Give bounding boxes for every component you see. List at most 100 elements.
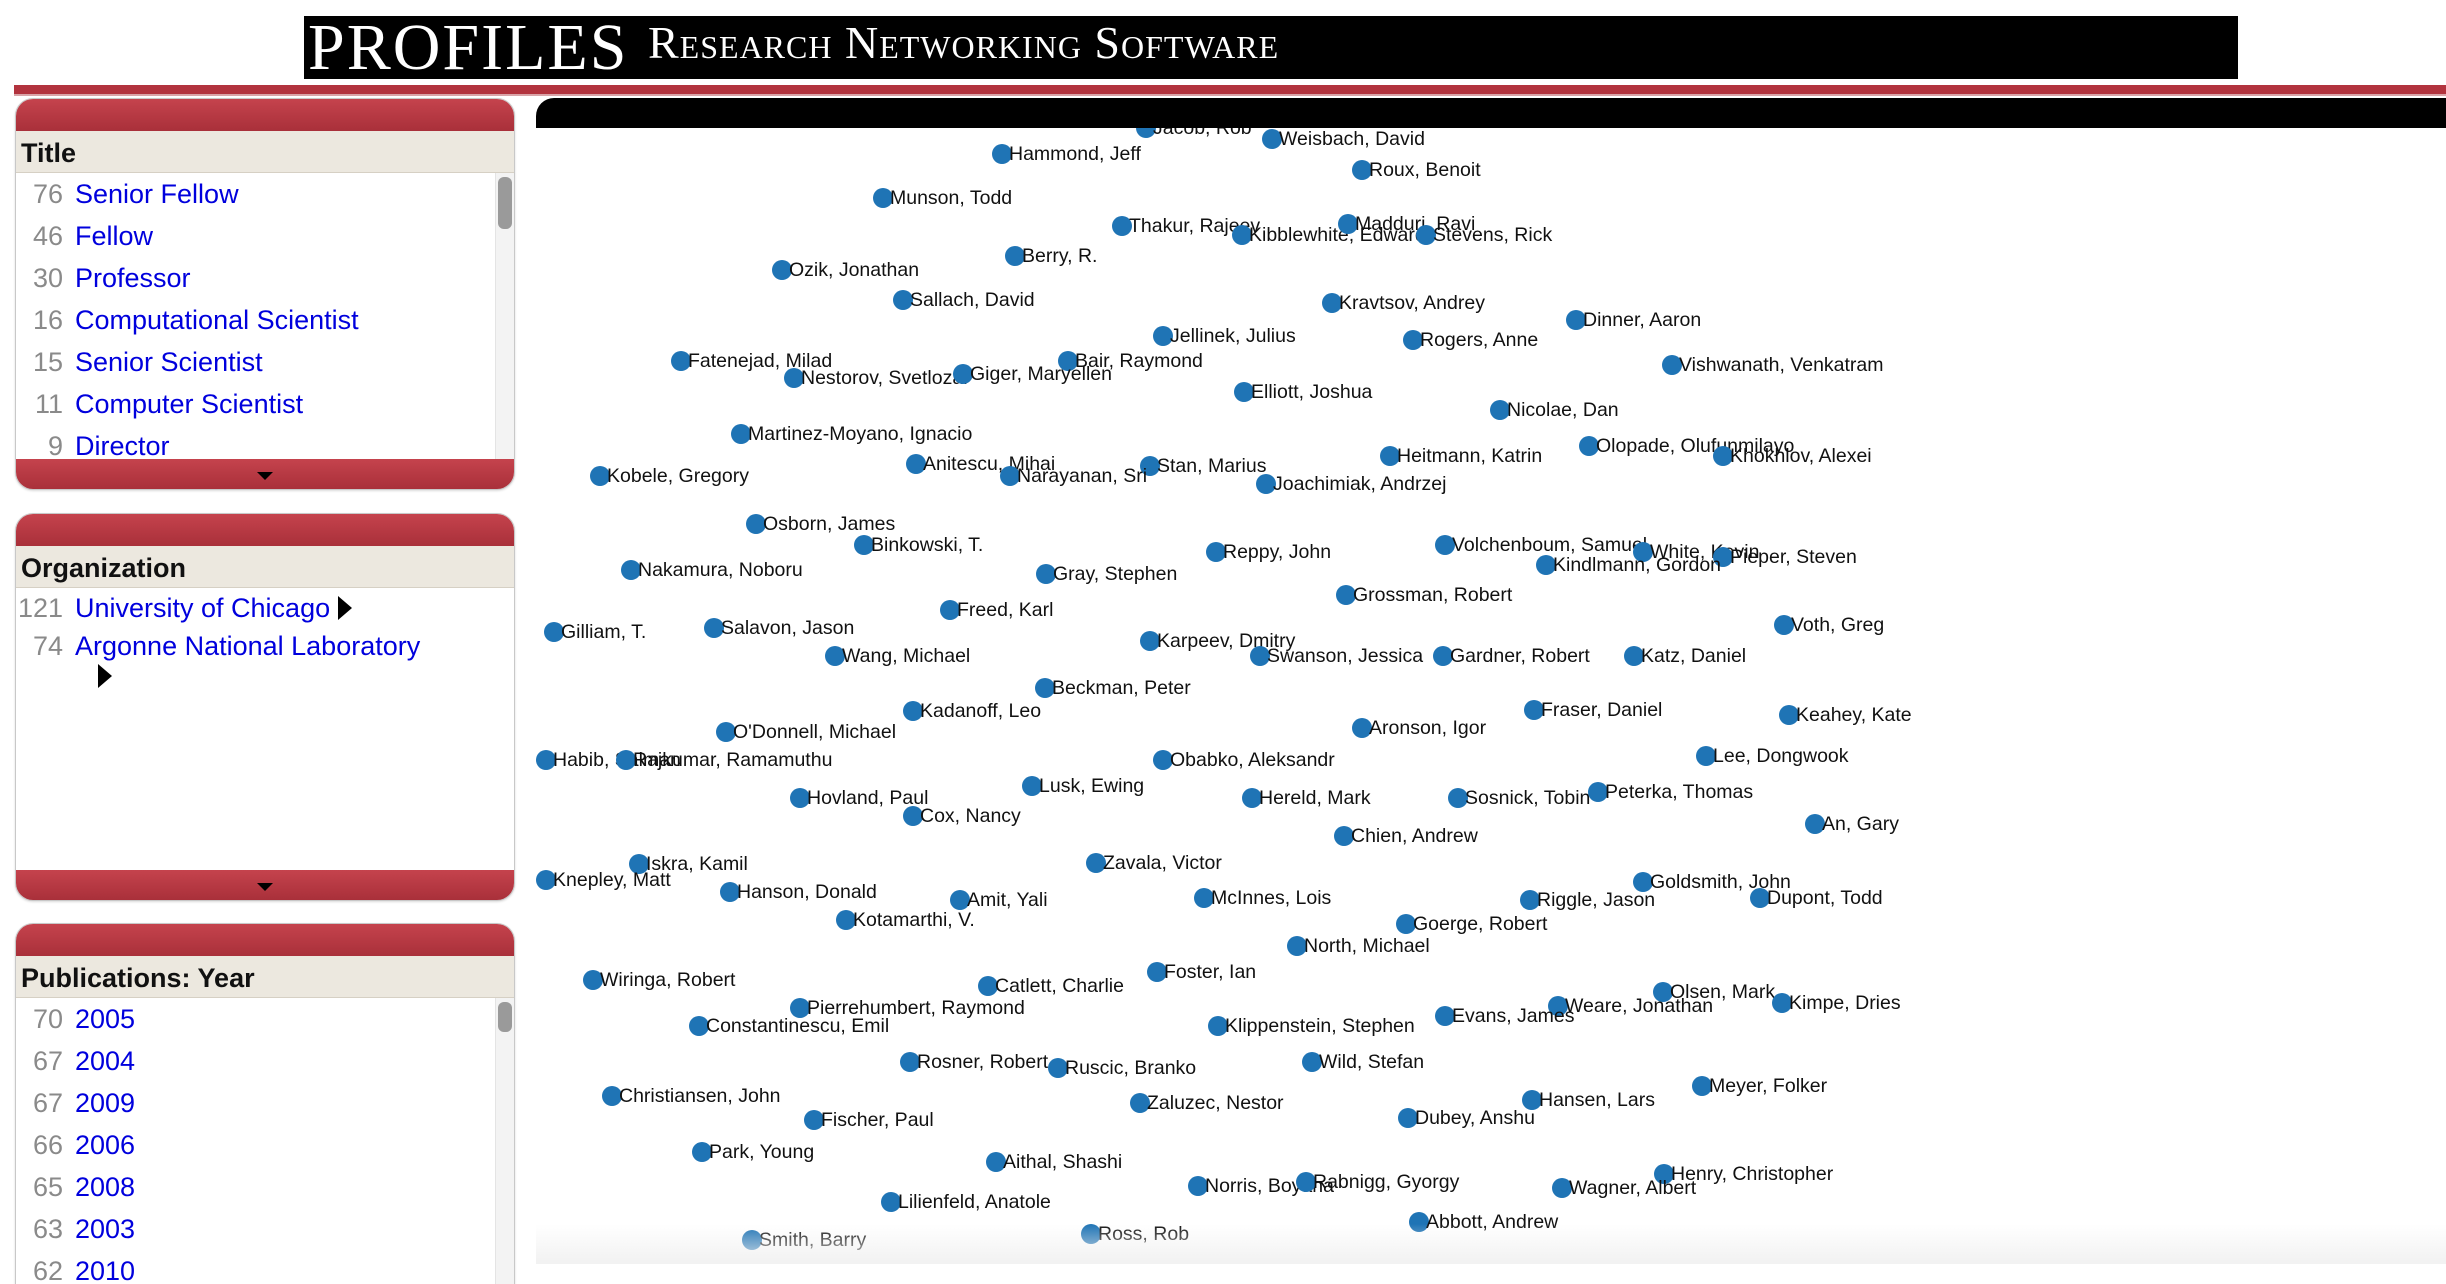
- scrollbar-thumb[interactable]: [498, 177, 512, 229]
- node-label[interactable]: Meyer, Folker: [1709, 1075, 1827, 1097]
- node-label[interactable]: Zavala, Victor: [1103, 852, 1222, 874]
- facet-link[interactable]: 2005: [75, 1004, 135, 1035]
- node-label[interactable]: Gilliam, T.: [561, 621, 646, 643]
- node-label[interactable]: Klippenstein, Stephen: [1225, 1015, 1415, 1037]
- node-label[interactable]: An, Gary: [1822, 813, 1899, 835]
- node-label[interactable]: Dinner, Aaron: [1583, 309, 1701, 331]
- node-label[interactable]: Voth, Greg: [1791, 614, 1884, 636]
- node-label[interactable]: Joachimiak, Andrzej: [1273, 473, 1446, 495]
- facet-item[interactable]: 622010: [16, 1250, 514, 1284]
- node-label[interactable]: Rogers, Anne: [1420, 329, 1538, 351]
- node-label[interactable]: Nakamura, Noboru: [638, 559, 803, 581]
- node-label[interactable]: Swanson, Jessica: [1267, 645, 1423, 667]
- node-label[interactable]: Aronson, Igor: [1369, 717, 1486, 739]
- facet-link[interactable]: Argonne National Laboratory: [75, 631, 420, 662]
- node-label[interactable]: Jacob, Rob: [1153, 128, 1252, 139]
- node-label[interactable]: Narayanan, Sri: [1017, 465, 1147, 487]
- node-label[interactable]: Kadanoff, Leo: [920, 700, 1041, 722]
- node-label[interactable]: Weisbach, David: [1279, 128, 1425, 150]
- facet-item[interactable]: 121 University of Chicago: [16, 588, 514, 628]
- node-label[interactable]: Freed, Karl: [957, 599, 1053, 621]
- node-label[interactable]: North, Michael: [1304, 935, 1430, 957]
- facet-item[interactable]: 672004: [16, 1040, 514, 1082]
- coauthor-network[interactable]: Jacob, Rob Weisbach, David Hammond, Jeff Ro…: [536, 128, 2446, 1264]
- node-label[interactable]: Keahey, Kate: [1796, 704, 1912, 726]
- node-label[interactable]: Sallach, David: [910, 289, 1035, 311]
- facet-item[interactable]: 30Professor: [16, 257, 514, 299]
- node-label[interactable]: Lusk, Ewing: [1039, 775, 1144, 797]
- node-label[interactable]: Cox, Nancy: [920, 805, 1021, 827]
- node-label[interactable]: Riggle, Jason: [1537, 889, 1655, 911]
- node-label[interactable]: Wiringa, Robert: [600, 969, 735, 991]
- facet-item[interactable]: 16Computational Scientist: [16, 299, 514, 341]
- facet-item[interactable]: 632003: [16, 1208, 514, 1250]
- facet-link[interactable]: 2003: [75, 1214, 135, 1245]
- node-label[interactable]: Kotamarthi, V.: [853, 909, 975, 931]
- node-label[interactable]: Constantinescu, Emil: [706, 1015, 889, 1037]
- node-label[interactable]: Smith, Barry: [759, 1229, 866, 1251]
- node-label[interactable]: Dubey, Anshu: [1415, 1107, 1535, 1129]
- node-label[interactable]: Rajkumar, Ramamuthu: [633, 749, 832, 771]
- node-label[interactable]: Katz, Daniel: [1641, 645, 1746, 667]
- facet-link[interactable]: Computer Scientist: [75, 389, 303, 420]
- facet-link[interactable]: Senior Scientist: [75, 347, 263, 378]
- node-label[interactable]: Lilienfeld, Anatole: [898, 1191, 1051, 1213]
- node-label[interactable]: Weare, Jonathan: [1565, 995, 1713, 1017]
- node-label[interactable]: McInnes, Lois: [1211, 887, 1331, 909]
- node-label[interactable]: Wild, Stefan: [1319, 1051, 1424, 1073]
- node-label[interactable]: Knepley, Matt: [553, 869, 671, 891]
- scrollbar-track[interactable]: [495, 998, 514, 1284]
- facet-link[interactable]: 2006: [75, 1130, 135, 1161]
- node-label[interactable]: Khokhlov, Alexei: [1730, 445, 1872, 467]
- facet-link[interactable]: 2010: [75, 1256, 135, 1284]
- node-label[interactable]: Aithal, Shashi: [1003, 1151, 1122, 1173]
- node-label[interactable]: Heitmann, Katrin: [1397, 445, 1542, 467]
- node-label[interactable]: Amit, Yali: [967, 889, 1048, 911]
- facet-link[interactable]: Director: [75, 431, 170, 460]
- facet-item[interactable]: 74 Argonne National Laboratory: [16, 628, 514, 664]
- node-label[interactable]: Fischer, Paul: [821, 1109, 934, 1131]
- node-label[interactable]: Chien, Andrew: [1351, 825, 1478, 847]
- node-label[interactable]: Gray, Stephen: [1053, 563, 1177, 585]
- facet-item[interactable]: 672009: [16, 1082, 514, 1124]
- node-label[interactable]: Wagner, Albert: [1569, 1177, 1696, 1199]
- node-label[interactable]: Kindlmann, Gordon: [1553, 554, 1721, 576]
- node-label[interactable]: Hammond, Jeff: [1009, 143, 1141, 165]
- node-label[interactable]: Elliott, Joshua: [1251, 381, 1372, 403]
- node-label[interactable]: Hansen, Lars: [1539, 1089, 1655, 1111]
- facet-link[interactable]: 2004: [75, 1046, 135, 1077]
- facet-link[interactable]: Professor: [75, 263, 191, 294]
- node-label[interactable]: Rabnigg, Gyorgy: [1313, 1171, 1459, 1193]
- node-label[interactable]: Park, Young: [709, 1141, 814, 1163]
- facet-item[interactable]: 662006: [16, 1124, 514, 1166]
- facet-item[interactable]: 11Computer Scientist: [16, 383, 514, 425]
- node-label[interactable]: Vishwanath, Venkatram: [1679, 354, 1884, 376]
- node-label[interactable]: Gardner, Robert: [1450, 645, 1590, 667]
- node-label[interactable]: Stevens, Rick: [1433, 224, 1552, 246]
- node-label[interactable]: Volchenboum, Samuel: [1452, 534, 1647, 556]
- facet-item[interactable]: 9Director: [16, 425, 514, 459]
- facet-link[interactable]: Computational Scientist: [75, 305, 359, 336]
- facet-link[interactable]: Fellow: [75, 221, 153, 252]
- node-label[interactable]: Sosnick, Tobin: [1465, 787, 1590, 809]
- node-label[interactable]: Wang, Michael: [842, 645, 970, 667]
- facet-item[interactable]: 702005: [16, 998, 514, 1040]
- facet-item[interactable]: 652008: [16, 1166, 514, 1208]
- scrollbar-thumb[interactable]: [498, 1002, 512, 1032]
- node-label[interactable]: Stan, Marius: [1157, 455, 1266, 477]
- facet-link[interactable]: 2008: [75, 1172, 135, 1203]
- node-label[interactable]: Beckman, Peter: [1052, 677, 1191, 699]
- node-label[interactable]: Goerge, Robert: [1413, 913, 1547, 935]
- expand-arrow-icon[interactable]: [338, 596, 352, 620]
- node-label[interactable]: Abbott, Andrew: [1426, 1211, 1558, 1233]
- node-label[interactable]: Nicolae, Dan: [1507, 399, 1619, 421]
- node-label[interactable]: Berry, R.: [1022, 245, 1097, 267]
- node-label[interactable]: O'Donnell, Michael: [733, 721, 896, 743]
- node-label[interactable]: Kobele, Gregory: [607, 465, 749, 487]
- node-label[interactable]: Giger, Maryellen: [970, 363, 1112, 385]
- node-label[interactable]: Obabko, Aleksandr: [1170, 749, 1335, 771]
- node-label[interactable]: Foster, Ian: [1164, 961, 1256, 983]
- facet-link[interactable]: Senior Fellow: [75, 179, 239, 210]
- node-label[interactable]: Roux, Benoit: [1369, 159, 1481, 181]
- facet-item[interactable]: 46Fellow: [16, 215, 514, 257]
